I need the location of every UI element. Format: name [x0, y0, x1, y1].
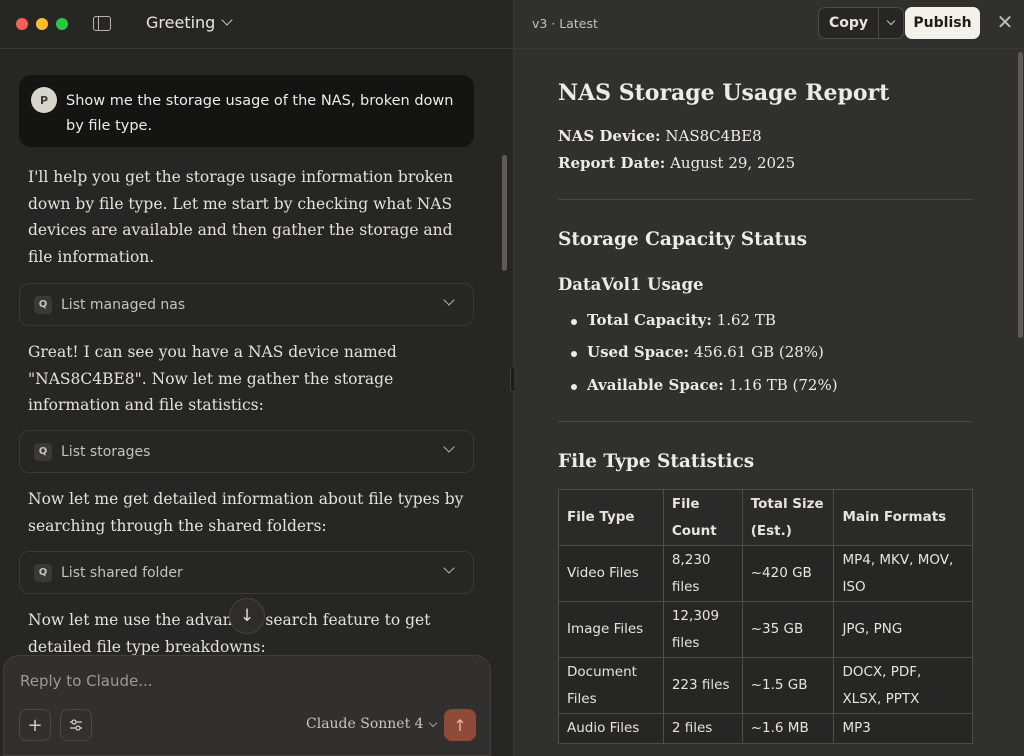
- tools-settings-button[interactable]: [60, 709, 92, 741]
- plus-icon: +: [27, 714, 43, 736]
- reply-input[interactable]: [20, 672, 460, 690]
- user-message: P Show me the storage usage of the NAS, …: [19, 75, 474, 147]
- table-cell: MP4, MKV, MOV, ISO: [833, 545, 973, 602]
- chevron-down-icon: [443, 441, 455, 453]
- table-header: File Count: [662, 489, 743, 546]
- capacity-item-value: 456.61 GB (28%): [693, 343, 824, 361]
- tool-call-label: List storages: [61, 443, 151, 460]
- section-divider: [558, 199, 973, 200]
- table-cell: Video Files: [558, 545, 664, 602]
- close-artifact-button[interactable]: ✕: [996, 12, 1014, 32]
- arrow-up-icon: ↑: [453, 715, 467, 735]
- artifact-toolbar: v3 · Latest Copy Publish ✕: [514, 0, 1024, 49]
- copy-button[interactable]: Copy: [819, 8, 880, 38]
- tool-call-label: List managed nas: [61, 296, 186, 313]
- device-label: NAS Device:: [558, 127, 661, 145]
- model-selector[interactable]: Claude Sonnet 4: [306, 716, 437, 732]
- close-icon: ✕: [996, 10, 1014, 34]
- report-title: NAS Storage Usage Report: [558, 80, 890, 106]
- table-cell: JPG, PNG: [833, 601, 973, 658]
- table-cell: ~1.5 GB: [741, 657, 835, 714]
- arrow-down-icon: ↓: [239, 606, 255, 626]
- artifact-scrollbar[interactable]: [1018, 52, 1023, 338]
- table-header: File Type: [558, 489, 664, 546]
- chevron-down-icon: [443, 294, 455, 306]
- minimize-window-button[interactable]: [36, 18, 48, 30]
- artifact-panel: v3 · Latest Copy Publish ✕ NAS Storage U…: [514, 0, 1024, 756]
- table-cell: 2 files: [662, 713, 743, 744]
- send-button[interactable]: ↑: [444, 709, 476, 741]
- tool-call-list-shared-folder[interactable]: Q List shared folder: [19, 551, 474, 594]
- maximize-window-button[interactable]: [56, 18, 68, 30]
- table-cell: 8,230 files: [662, 545, 743, 602]
- scroll-to-bottom-button[interactable]: ↓: [229, 598, 265, 634]
- tool-call-list-managed-nas[interactable]: Q List managed nas: [19, 283, 474, 326]
- user-message-text: Show me the storage usage of the NAS, br…: [66, 93, 454, 134]
- table-row: Document Files 223 files ~1.5 GB DOCX, P…: [558, 657, 973, 714]
- table-cell: ~1.6 MB: [741, 713, 835, 744]
- chevron-down-icon: [886, 16, 896, 26]
- table-header-row: File Type File Count Total Size (Est.) M…: [558, 489, 973, 546]
- capacity-item: Total Capacity: 1.62 TB: [571, 311, 776, 329]
- table-cell: 223 files: [662, 657, 743, 714]
- sliders-icon: [70, 719, 82, 731]
- date-line: Report Date: August 29, 2025: [558, 154, 795, 172]
- capacity-item: Used Space: 456.61 GB (28%): [571, 343, 824, 361]
- table-header: Total Size (Est.): [741, 489, 835, 546]
- assistant-message-3: Now let me get detailed information abou…: [28, 490, 464, 535]
- table-cell: ~35 GB: [741, 601, 835, 658]
- tool-call-label: List shared folder: [61, 564, 183, 581]
- model-name: Claude Sonnet 4: [306, 716, 424, 732]
- copy-options-button[interactable]: [879, 8, 903, 38]
- message-composer: + Claude Sonnet 4 ↑: [3, 655, 491, 756]
- table-header: Main Formats: [833, 489, 973, 546]
- section-divider: [558, 421, 973, 422]
- device-value: NAS8C4BE8: [665, 127, 762, 145]
- table-cell: MP3: [833, 713, 973, 744]
- assistant-message-2: Great! I can see you have a NAS device n…: [28, 343, 397, 414]
- table-cell: Document Files: [558, 657, 664, 714]
- device-line: NAS Device: NAS8C4BE8: [558, 127, 762, 145]
- volume-heading: DataVol1 Usage: [558, 275, 704, 294]
- capacity-item-label: Used Space:: [587, 343, 690, 361]
- chevron-down-icon: [428, 718, 437, 727]
- copy-button-group: Copy: [818, 7, 905, 39]
- title-bar: Greeting: [0, 0, 513, 49]
- chat-scrollbar[interactable]: [502, 155, 507, 271]
- capacity-item-label: Available Space:: [587, 376, 724, 394]
- table-cell: 12,309 files: [662, 601, 743, 658]
- filetype-heading: File Type Statistics: [558, 451, 755, 472]
- tool-query-icon: Q: [34, 563, 52, 582]
- table-cell: DOCX, PDF, XLSX, PPTX: [833, 657, 973, 714]
- table-row: Audio Files 2 files ~1.6 MB MP3: [558, 713, 973, 744]
- tool-query-icon: Q: [34, 295, 52, 314]
- chevron-down-icon: [221, 14, 233, 26]
- table-row: Video Files 8,230 files ~420 GB MP4, MKV…: [558, 545, 973, 602]
- date-value: August 29, 2025: [670, 154, 796, 172]
- table-cell: ~420 GB: [741, 545, 835, 602]
- table-row: Image Files 12,309 files ~35 GB JPG, PNG: [558, 601, 973, 658]
- add-attachment-button[interactable]: +: [19, 709, 51, 741]
- publish-button[interactable]: Publish: [905, 7, 980, 39]
- table-cell: Image Files: [558, 601, 664, 658]
- table-cell: Audio Files: [558, 713, 664, 744]
- capacity-item-label: Total Capacity:: [587, 311, 712, 329]
- chevron-down-icon: [443, 562, 455, 574]
- capacity-item: Available Space: 1.16 TB (72%): [571, 376, 838, 394]
- conversation-title: Greeting: [146, 13, 216, 32]
- sidebar-toggle-icon[interactable]: [93, 16, 111, 31]
- capacity-item-value: 1.16 TB (72%): [728, 376, 838, 394]
- file-type-table: File Type File Count Total Size (Est.) M…: [558, 489, 973, 744]
- tool-call-list-storages[interactable]: Q List storages: [19, 430, 474, 473]
- chat-panel: Greeting P Show me the storage usage of …: [0, 0, 513, 756]
- capacity-heading: Storage Capacity Status: [558, 229, 808, 250]
- user-avatar: P: [31, 87, 57, 113]
- assistant-message-1: I'll help you get the storage usage info…: [28, 168, 454, 266]
- date-label: Report Date:: [558, 154, 666, 172]
- close-window-button[interactable]: [16, 18, 28, 30]
- capacity-item-value: 1.62 TB: [716, 311, 776, 329]
- tool-query-icon: Q: [34, 442, 52, 461]
- version-selector[interactable]: v3 · Latest: [532, 16, 598, 31]
- conversation-title-dropdown[interactable]: Greeting: [146, 13, 233, 32]
